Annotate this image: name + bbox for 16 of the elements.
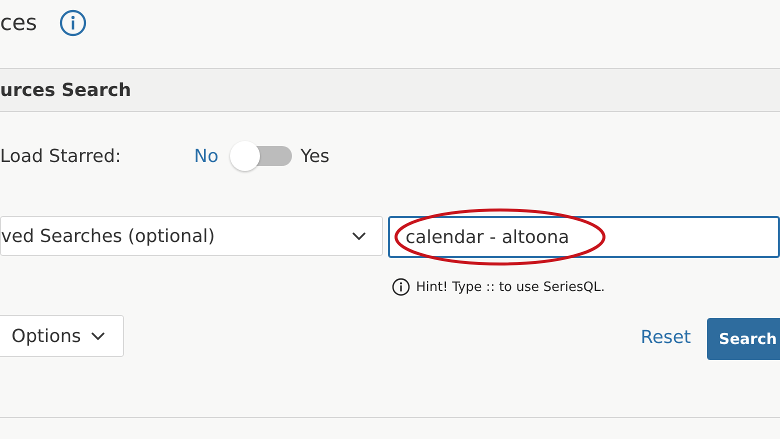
info-icon (392, 278, 410, 296)
page-title: ces (0, 10, 38, 36)
yes-label: Yes (300, 146, 330, 166)
saved-searches-dropdown[interactable]: ved Searches (optional) (0, 216, 383, 256)
search-button[interactable]: Search (706, 318, 780, 360)
options-button[interactable]: Options (0, 315, 124, 357)
section-title: urces Search (0, 80, 132, 100)
info-icon[interactable] (59, 9, 88, 37)
toggle-switch[interactable] (230, 141, 292, 171)
search-field[interactable]: calendar - altoona (388, 216, 780, 258)
reset-link[interactable]: Reset (640, 326, 691, 348)
hint-text: Hint! Type :: to use SeriesQL. (416, 280, 605, 294)
chevron-down-icon (91, 332, 105, 340)
chevron-down-icon (352, 232, 366, 240)
load-starred-label: Load Starred: (0, 146, 122, 166)
no-label: No (194, 146, 218, 166)
